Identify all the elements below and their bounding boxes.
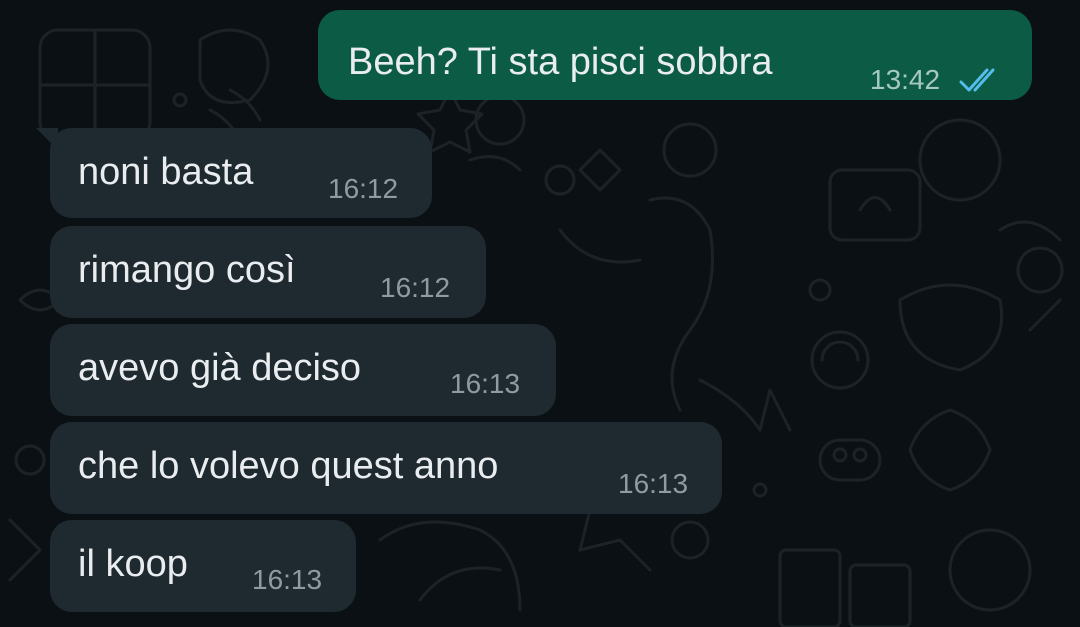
message-bubble-incoming[interactable]: avevo già deciso 16:13 [50,324,556,416]
message-bubble-incoming[interactable]: rimango così 16:12 [50,226,486,318]
message-timestamp: 13:42 [870,64,941,95]
message-timestamp: 16:13 [450,368,521,399]
double-check-read-icon [959,68,995,92]
message-bubble-incoming[interactable]: il koop 16:13 [50,520,356,612]
message-bubble-outgoing[interactable]: Beeh? Ti sta pisci sobbra 13:42 [318,10,1032,100]
message-timestamp: 16:13 [618,468,689,499]
chat-message-list[interactable]: Beeh? Ti sta pisci sobbra 13:42 noni bas… [0,0,1080,627]
message-text: il koop [78,543,188,585]
message-text: avevo già deciso [78,347,362,389]
message-text: Beeh? Ti sta pisci sobbra [348,41,773,83]
message-text: noni basta [78,151,254,193]
message-timestamp: 16:12 [328,173,399,204]
message-text: rimango così [78,249,296,291]
message-bubble-incoming[interactable]: noni basta 16:12 [36,128,432,218]
message-text: che lo volevo quest anno [78,445,499,487]
message-timestamp: 16:13 [252,564,323,595]
bubble-tail [36,128,58,150]
message-timestamp: 16:12 [380,272,451,303]
message-bubble-incoming[interactable]: che lo volevo quest anno 16:13 [50,422,722,514]
